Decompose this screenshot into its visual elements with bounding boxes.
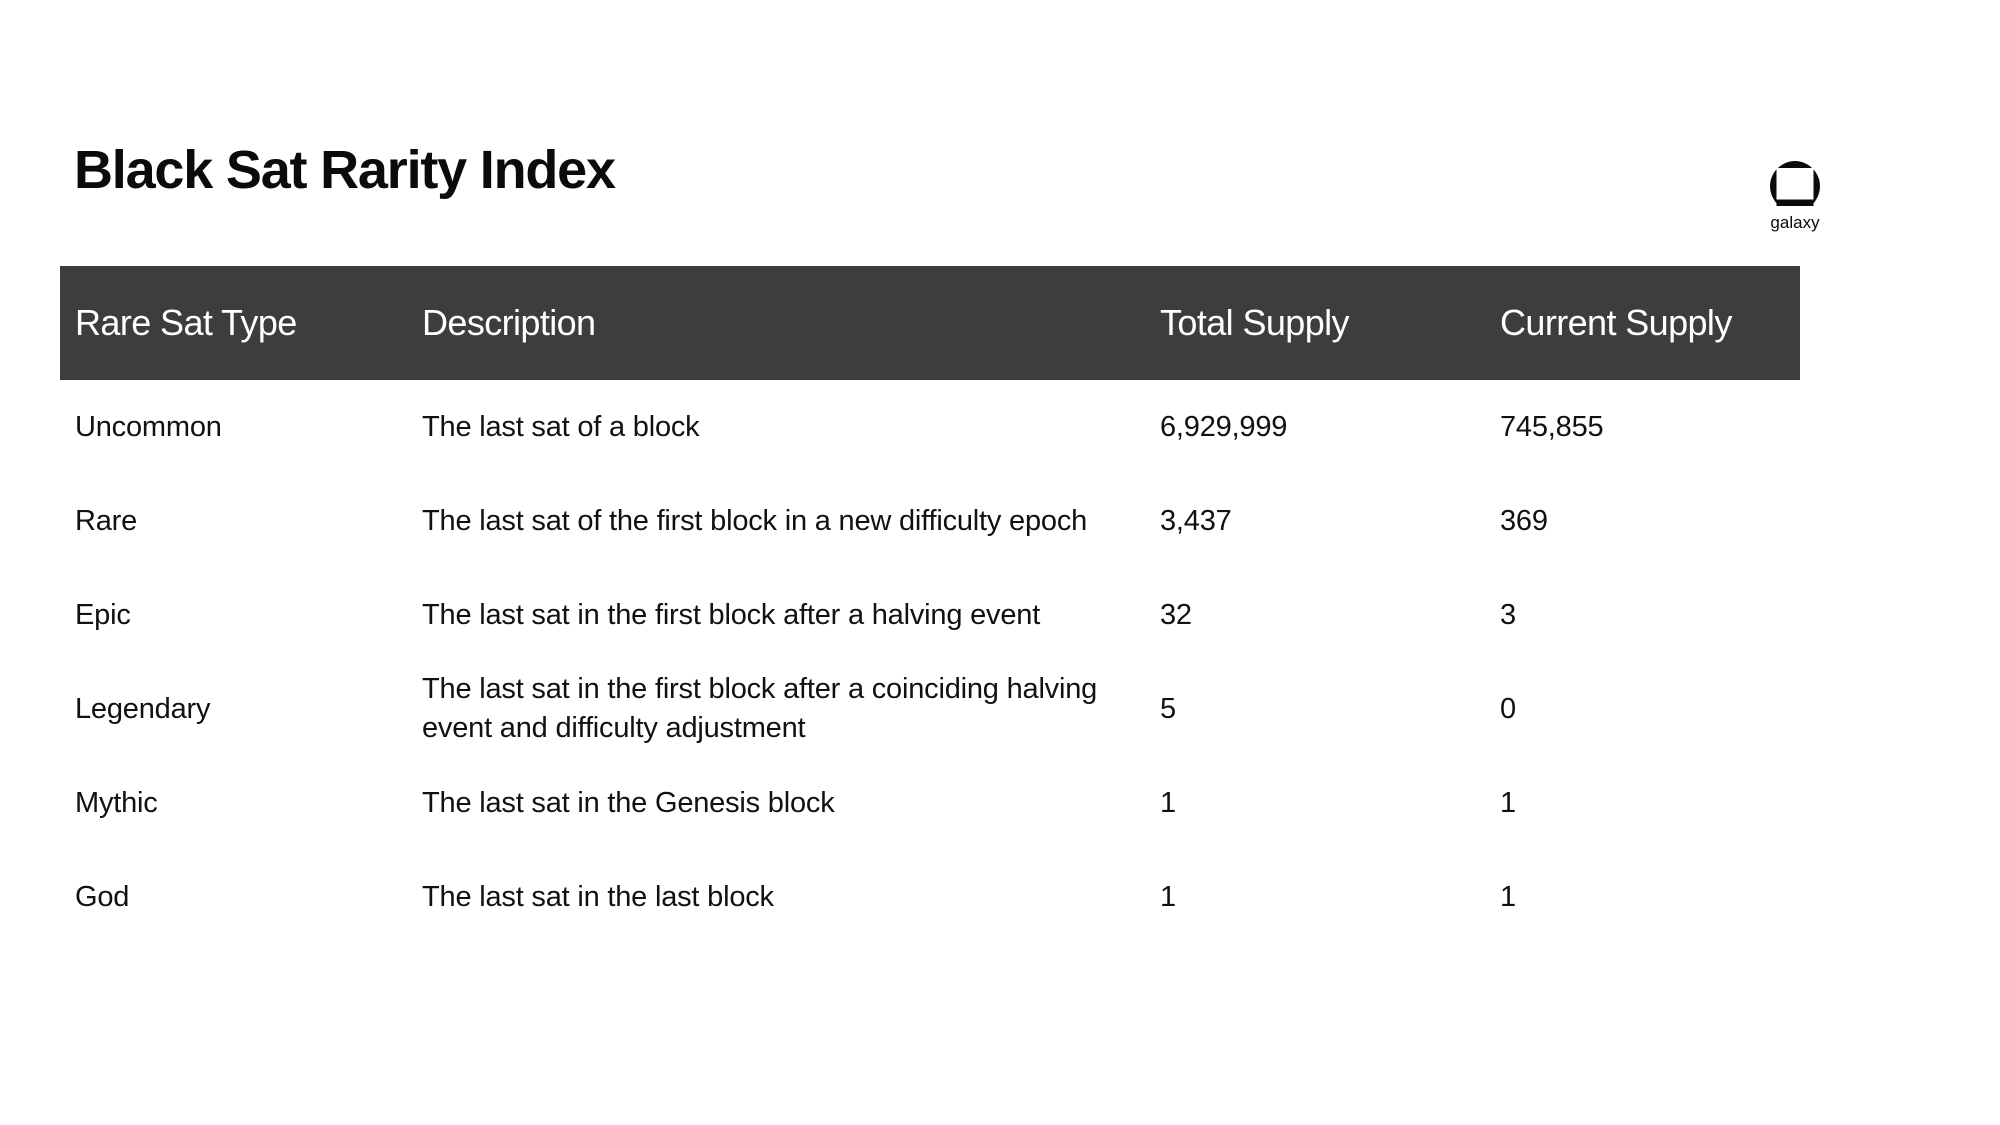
- column-header-rare-sat-type: Rare Sat Type: [75, 302, 297, 343]
- cell-current-supply: 0: [1500, 693, 1516, 725]
- cell-current-supply: 1: [1500, 787, 1516, 819]
- galaxy-circle-square-logo-icon: [1769, 160, 1821, 212]
- cell-total-supply: 1: [1160, 881, 1176, 913]
- rarity-index-page: Black Sat Rarity Index galaxy Rare Sat T…: [0, 0, 2000, 1125]
- cell-total-supply: 1: [1160, 787, 1176, 819]
- cell-total-supply: 32: [1160, 599, 1192, 631]
- page-header: Black Sat Rarity Index galaxy: [0, 0, 2000, 266]
- cell-total-supply: 3,437: [1160, 505, 1232, 537]
- cell-description: The last sat of the first block in a new…: [422, 504, 1088, 537]
- table-header-row: Rare Sat Type Description Total Supply C…: [60, 266, 1800, 380]
- cell-total-supply: 5: [1160, 693, 1176, 725]
- cell-rare-sat-type: Mythic: [75, 787, 158, 819]
- table-row: God The last sat in the last block 1 1: [75, 850, 1800, 944]
- brand-wordmark: galaxy: [1770, 213, 1820, 232]
- cell-rare-sat-type: God: [75, 881, 130, 913]
- column-header-total-supply: Total Supply: [1160, 302, 1350, 343]
- table-row: Mythic The last sat in the Genesis block…: [75, 756, 1800, 850]
- cell-description: The last sat in the last block: [422, 880, 774, 913]
- cell-rare-sat-type: Uncommon: [75, 411, 222, 443]
- brand-logo: galaxy: [1740, 160, 1850, 238]
- table-row: Uncommon The last sat of a block 6,929,9…: [75, 380, 1800, 474]
- cell-rare-sat-type: Epic: [75, 599, 131, 631]
- table-row: Legendary The last sat in the first bloc…: [75, 662, 1800, 756]
- cell-description: The last sat in the first block after a …: [422, 673, 1098, 744]
- table-body: Uncommon The last sat of a block 6,929,9…: [60, 380, 1800, 944]
- column-header-description: Description: [422, 302, 596, 343]
- column-header-current-supply: Current Supply: [1500, 302, 1732, 343]
- cell-total-supply: 6,929,999: [1160, 411, 1288, 443]
- page-title: Black Sat Rarity Index: [74, 140, 616, 200]
- cell-description: The last sat in the Genesis block: [422, 786, 835, 819]
- cell-current-supply: 745,855: [1500, 411, 1604, 443]
- cell-description: The last sat in the first block after a …: [422, 598, 1041, 631]
- cell-description: The last sat of a block: [422, 410, 700, 443]
- cell-current-supply: 1: [1500, 881, 1516, 913]
- table-row: Epic The last sat in the first block aft…: [75, 568, 1800, 662]
- cell-current-supply: 369: [1500, 505, 1548, 537]
- rarity-table: Rare Sat Type Description Total Supply C…: [60, 266, 1800, 944]
- table-row: Rare The last sat of the first block in …: [75, 474, 1800, 568]
- cell-rare-sat-type: Rare: [75, 505, 138, 537]
- cell-current-supply: 3: [1500, 599, 1516, 631]
- cell-rare-sat-type: Legendary: [75, 693, 211, 725]
